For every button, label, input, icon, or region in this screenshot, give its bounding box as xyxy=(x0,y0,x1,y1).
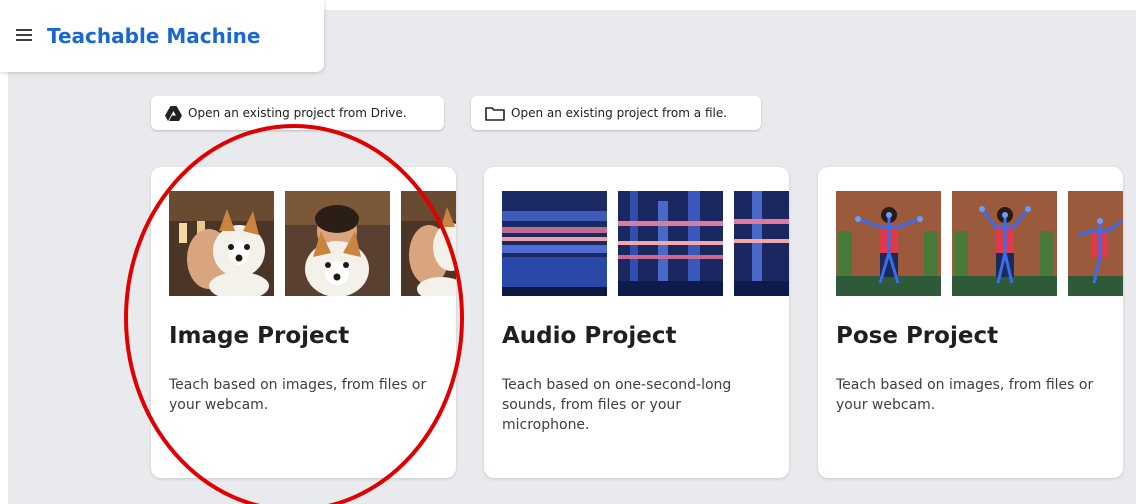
hamburger-menu-icon[interactable] xyxy=(16,29,32,41)
open-from-file-button[interactable]: Open an existing project from a file. xyxy=(471,96,761,130)
pose-project-title: Pose Project xyxy=(836,323,999,349)
top-app-bar: Teachable Machine xyxy=(0,0,324,72)
spectrogram-thumbnail xyxy=(618,191,723,296)
image-project-title: Image Project xyxy=(169,323,350,349)
webcam-image-thumbnail xyxy=(401,191,456,296)
pose-image-thumbnail xyxy=(836,191,941,296)
webcam-image-thumbnail xyxy=(285,191,390,296)
folder-icon xyxy=(485,106,505,121)
audio-project-thumbnails xyxy=(502,191,789,296)
app-brand-title[interactable]: Teachable Machine xyxy=(47,24,261,48)
open-from-file-label: Open an existing project from a file. xyxy=(511,106,728,120)
audio-project-title: Audio Project xyxy=(502,323,677,349)
image-project-description: Teach based on images, from files or you… xyxy=(169,377,427,413)
webcam-image-thumbnail xyxy=(169,191,274,296)
image-project-thumbnails xyxy=(169,191,456,296)
audio-project-description: Teach based on one-second-long sounds, f… xyxy=(502,377,732,433)
open-from-drive-button[interactable]: Open an existing project from Drive. xyxy=(151,96,444,130)
image-project-card[interactable]: Image Project Teach based on images, fro… xyxy=(151,167,456,478)
audio-project-card[interactable]: Audio Project Teach based on one-second-… xyxy=(484,167,789,478)
google-drive-icon xyxy=(165,105,182,121)
pose-image-thumbnail xyxy=(1068,191,1123,296)
pose-image-thumbnail xyxy=(952,191,1057,296)
spectrogram-thumbnail xyxy=(734,191,789,296)
pose-project-card[interactable]: Pose Project Teach based on images, from… xyxy=(818,167,1123,478)
open-from-drive-label: Open an existing project from Drive. xyxy=(188,106,407,120)
pose-project-thumbnails xyxy=(836,191,1123,296)
spectrogram-thumbnail xyxy=(502,191,607,296)
pose-project-description: Teach based on images, from files or you… xyxy=(836,377,1094,413)
